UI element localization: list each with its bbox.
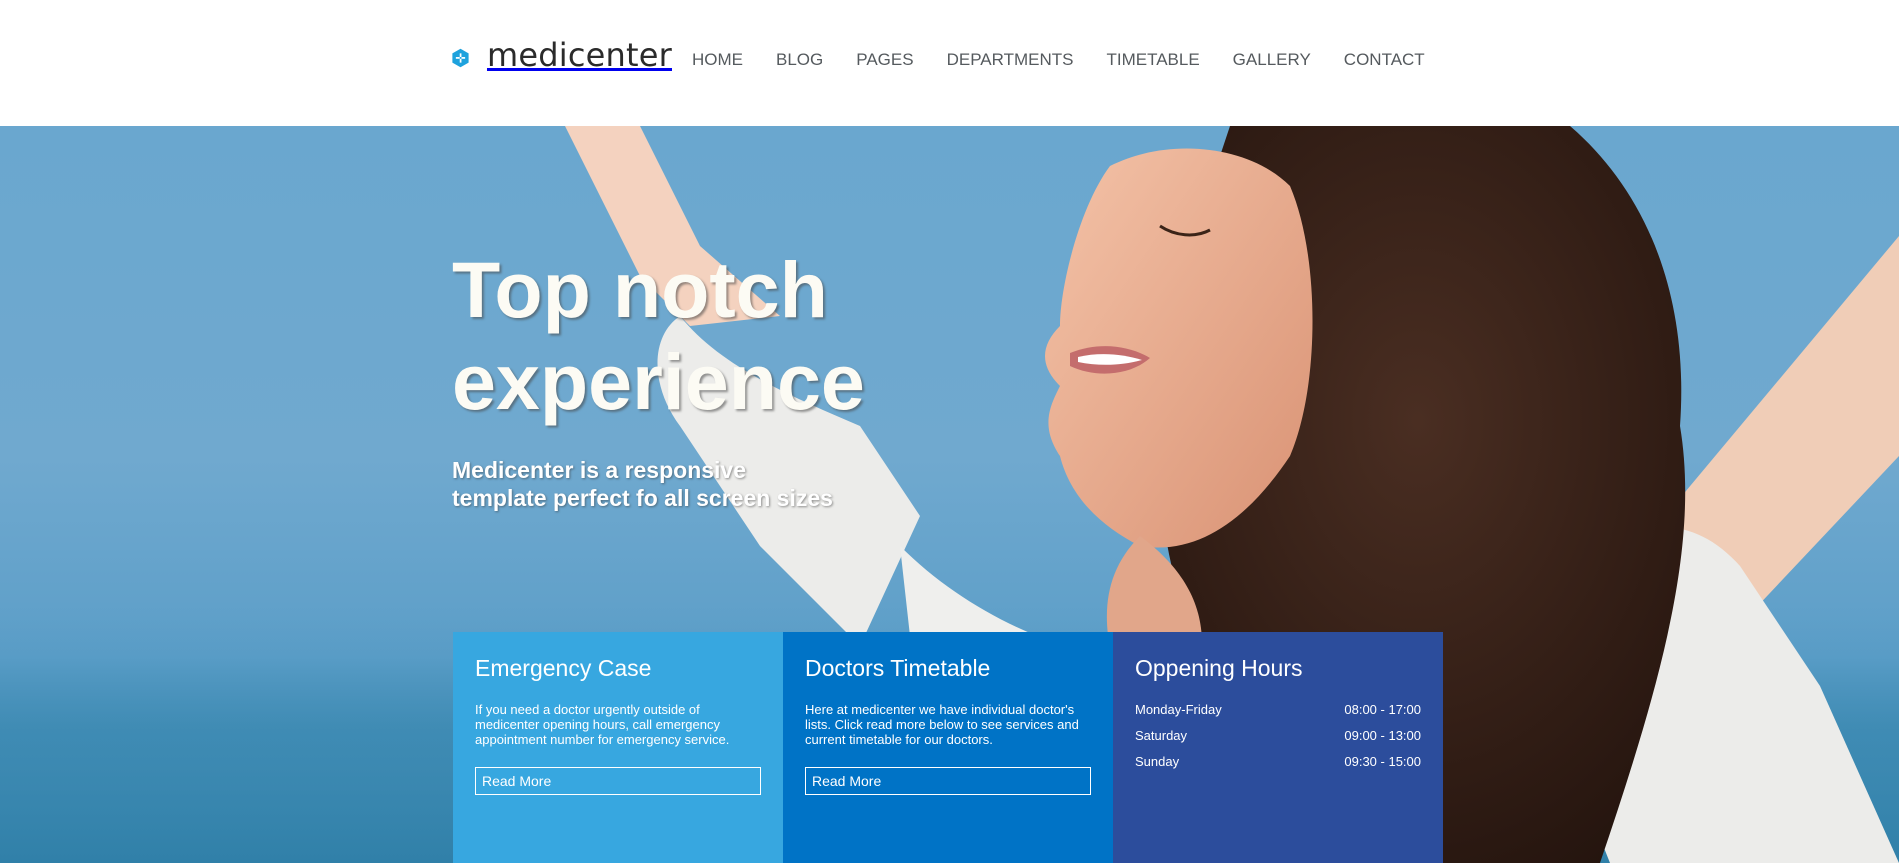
hours-row: Saturday 09:00 - 13:00 — [1135, 728, 1421, 743]
nav-item-blog[interactable]: BLOG — [776, 48, 823, 72]
hours-time: 09:00 - 13:00 — [1344, 728, 1421, 743]
hours-time: 09:30 - 15:00 — [1344, 754, 1421, 769]
box-title: Emergency Case — [475, 655, 652, 681]
box-text-line: If you need a doctor urgently outside of — [475, 702, 700, 717]
info-boxes: Emergency Case If you need a doctor urge… — [453, 632, 1443, 863]
box-text: If you need a doctor urgently outside of… — [475, 702, 761, 747]
hero-title-line: Top notch — [452, 245, 828, 334]
box-title: Oppening Hours — [1135, 655, 1303, 681]
hero-title: Top notch experience — [452, 244, 972, 428]
nav-item-home[interactable]: HOME — [692, 48, 743, 72]
hero-subtitle-line: Medicenter is a responsive — [452, 457, 747, 483]
read-more-button[interactable]: Read More — [805, 767, 1091, 795]
hero-subtitle-line: template perfect fo all screen sizes — [452, 485, 833, 511]
box-text-line: medicenter opening hours, call emergency — [475, 717, 720, 732]
hours-day: Monday-Friday — [1135, 702, 1222, 717]
hours-day: Sunday — [1135, 754, 1180, 769]
read-more-button[interactable]: Read More — [475, 767, 761, 795]
nav-item-gallery[interactable]: GALLERY — [1233, 48, 1311, 72]
box-text: Here at medicenter we have individual do… — [805, 702, 1091, 747]
hours-day: Saturday — [1135, 728, 1188, 743]
box-text-line: current timetable for our doctors. — [805, 732, 993, 747]
emergency-case-box: Emergency Case If you need a doctor urge… — [453, 632, 783, 863]
hero-title-line: experience — [452, 337, 865, 426]
main-nav: HOME BLOG PAGES DEPARTMENTS TIMETABLE GA… — [692, 48, 1425, 72]
nav-item-pages[interactable]: PAGES — [856, 48, 913, 72]
opening-hours-box: Oppening Hours Monday-Friday 08:00 - 17:… — [1113, 632, 1443, 863]
nav-item-contact[interactable]: CONTACT — [1344, 48, 1425, 72]
box-text-line: appointment number for emergency service… — [475, 732, 730, 747]
site-header: medicenter HOME BLOG PAGES DEPARTMENTS T… — [0, 0, 1899, 126]
hero-subtitle: Medicenter is a responsive template perf… — [452, 456, 912, 512]
site-logo[interactable]: medicenter — [452, 32, 672, 84]
nav-item-departments[interactable]: DEPARTMENTS — [947, 48, 1074, 72]
box-text-line: Here at medicenter we have individual do… — [805, 702, 1075, 717]
hexagon-plus-icon — [452, 48, 469, 68]
brand-name: medicenter — [486, 36, 672, 74]
nav-item-timetable[interactable]: TIMETABLE — [1106, 48, 1199, 72]
box-title: Doctors Timetable — [805, 655, 991, 681]
hours-row: Sunday 09:30 - 15:00 — [1135, 754, 1421, 769]
doctors-timetable-box: Doctors Timetable Here at medicenter we … — [783, 632, 1113, 863]
hours-time: 08:00 - 17:00 — [1344, 702, 1421, 717]
box-text-line: lists. Click read more below to see serv… — [805, 717, 1079, 732]
hours-row: Monday-Friday 08:00 - 17:00 — [1135, 702, 1421, 717]
